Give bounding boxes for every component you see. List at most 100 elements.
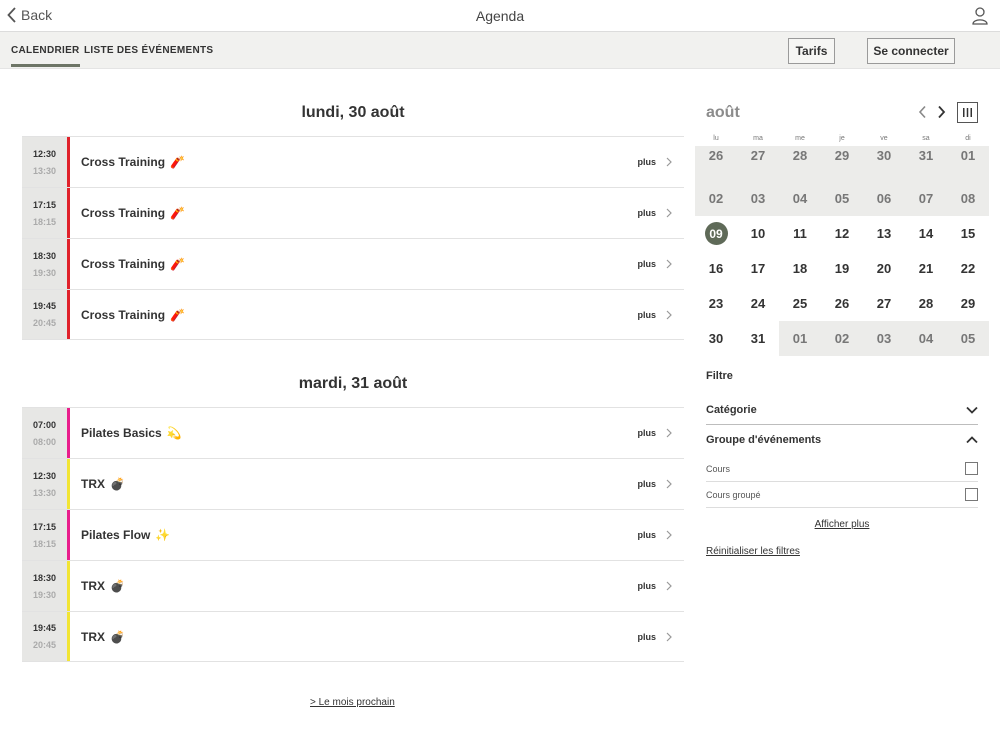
calendar-day-selected[interactable]: 09 [695, 216, 737, 251]
event-row[interactable]: 18:30 19:30 TRX 💣 plus [22, 560, 684, 611]
chevron-right-icon [666, 530, 672, 540]
calendar-day[interactable]: 27 [863, 286, 905, 321]
checkbox[interactable] [965, 488, 978, 501]
more-label: plus [637, 631, 656, 642]
next-month-link[interactable]: > Le mois prochain [310, 697, 395, 708]
user-icon[interactable] [972, 7, 988, 30]
more-link[interactable]: plus [637, 290, 684, 339]
calendar-day[interactable]: 02 [695, 181, 737, 216]
calendar-day[interactable]: 28 [779, 146, 821, 181]
calendar-day[interactable]: 08 [947, 181, 989, 216]
calendar-day[interactable]: 04 [905, 321, 947, 356]
calendar-day[interactable]: 24 [737, 286, 779, 321]
event-row[interactable]: 12:30 13:30 Cross Training 🧨 plus [22, 136, 684, 187]
event-row[interactable]: 17:15 18:15 Pilates Flow ✨ plus [22, 509, 684, 560]
calendar-day[interactable]: 17 [737, 251, 779, 286]
calendar-day-number: 29 [834, 148, 850, 163]
calendar-day-number: 05 [834, 191, 850, 206]
calendar-day[interactable]: 29 [947, 286, 989, 321]
calendar-day[interactable]: 22 [947, 251, 989, 286]
calendar-day[interactable]: 14 [905, 216, 947, 251]
calendar-day[interactable]: 02 [821, 321, 863, 356]
calendar-weekdays: lu ma me je ve sa di [695, 135, 989, 146]
more-label: plus [637, 428, 656, 438]
event-row[interactable]: 18:30 19:30 Cross Training 🧨 plus [22, 238, 684, 289]
calendar-day[interactable]: 01 [947, 146, 989, 181]
event-title: Cross Training [81, 257, 166, 271]
chevron-left-icon[interactable] [918, 105, 928, 124]
more-link[interactable]: plus [637, 408, 684, 458]
calendar-day[interactable]: 07 [905, 181, 947, 216]
calendar-day[interactable]: 21 [905, 251, 947, 286]
chevron-right-icon [666, 310, 672, 319]
calendar-day[interactable]: 26 [821, 286, 863, 321]
chevron-right-icon[interactable] [936, 105, 946, 124]
more-link[interactable]: plus [637, 459, 684, 509]
more-link[interactable]: plus [637, 612, 684, 661]
more-link[interactable]: plus [637, 561, 684, 611]
calendar-day-number: 27 [750, 148, 766, 163]
more-label: plus [637, 309, 656, 320]
calendar-day[interactable]: 19 [821, 251, 863, 286]
calendar-day[interactable]: 26 [695, 146, 737, 181]
event-row[interactable]: 19:45 20:45 Cross Training 🧨 plus [22, 289, 684, 340]
tarifs-button[interactable]: Tarifs [788, 38, 835, 64]
calendar-day[interactable]: 06 [863, 181, 905, 216]
calendar-day[interactable]: 27 [737, 146, 779, 181]
calendar-day[interactable]: 23 [695, 286, 737, 321]
calendar-day[interactable]: 31 [737, 321, 779, 356]
calendar-day[interactable]: 10 [737, 216, 779, 251]
event-row[interactable]: 07:00 08:00 Pilates Basics 💫 plus [22, 407, 684, 458]
calendar-day[interactable]: 30 [863, 146, 905, 181]
more-link[interactable]: plus [637, 188, 684, 238]
calendar-day[interactable]: 11 [779, 216, 821, 251]
event-row[interactable]: 19:45 20:45 TRX 💣 plus [22, 611, 684, 662]
event-end-time: 08:00 [32, 436, 57, 447]
calendar-day[interactable]: 05 [821, 181, 863, 216]
event-emoji: 🧨 [170, 257, 185, 271]
tab-liste-evenements[interactable]: LISTE DES ÉVÉNEMENTS [84, 45, 213, 56]
calendar-week: 30 31 01 02 03 04 05 [695, 321, 989, 356]
event-title: Pilates Flow [81, 528, 151, 542]
chevron-up-icon [966, 436, 978, 444]
calendar-day[interactable]: 29 [821, 146, 863, 181]
calendar-day[interactable]: 15 [947, 216, 989, 251]
calendar-day[interactable]: 30 [695, 321, 737, 356]
calendar-day[interactable]: 03 [737, 181, 779, 216]
calendar-week: 09 10 11 12 13 14 15 [695, 216, 989, 251]
event-row[interactable]: 12:30 13:30 TRX 💣 plus [22, 458, 684, 509]
event-name: Cross Training 🧨 [70, 188, 637, 238]
calendar-day-number: 17 [750, 261, 766, 276]
checkbox[interactable] [965, 462, 978, 475]
more-link[interactable]: plus [637, 510, 684, 560]
show-more-link[interactable]: Afficher plus [706, 519, 978, 530]
tab-calendrier[interactable]: CALENDRIER [11, 45, 80, 67]
filter-category-toggle[interactable]: Catégorie [706, 395, 978, 425]
event-title: Cross Training [81, 307, 166, 322]
event-row[interactable]: 17:15 18:15 Cross Training 🧨 plus [22, 187, 684, 238]
calendar-day[interactable]: 28 [905, 286, 947, 321]
login-button[interactable]: Se connecter [867, 38, 955, 64]
calendar-day[interactable]: 13 [863, 216, 905, 251]
event-time: 12:30 13:30 [22, 459, 67, 509]
calendar-day-number: 09 [704, 222, 728, 245]
calendar-day-number: 26 [834, 296, 850, 311]
more-link[interactable]: plus [637, 137, 684, 187]
calendar-day[interactable]: 31 [905, 146, 947, 181]
filter-group-toggle[interactable]: Groupe d'événements [706, 425, 978, 455]
more-link[interactable]: plus [637, 239, 684, 289]
calendar-day[interactable]: 18 [779, 251, 821, 286]
chevron-right-icon [666, 479, 672, 489]
calendar-day-number: 30 [876, 148, 892, 163]
calendar-day[interactable]: 12 [821, 216, 863, 251]
reset-filters-link[interactable]: Réinitialiser les filtres [706, 546, 800, 557]
calendar-day[interactable]: 01 [779, 321, 821, 356]
calendar-view-toggle-icon[interactable] [957, 102, 978, 123]
calendar-day[interactable]: 25 [779, 286, 821, 321]
calendar-day[interactable]: 04 [779, 181, 821, 216]
calendar-day[interactable]: 03 [863, 321, 905, 356]
calendar-day[interactable]: 05 [947, 321, 989, 356]
calendar-day[interactable]: 16 [695, 251, 737, 286]
calendar-day[interactable]: 20 [863, 251, 905, 286]
event-emoji: 💣 [110, 579, 125, 593]
